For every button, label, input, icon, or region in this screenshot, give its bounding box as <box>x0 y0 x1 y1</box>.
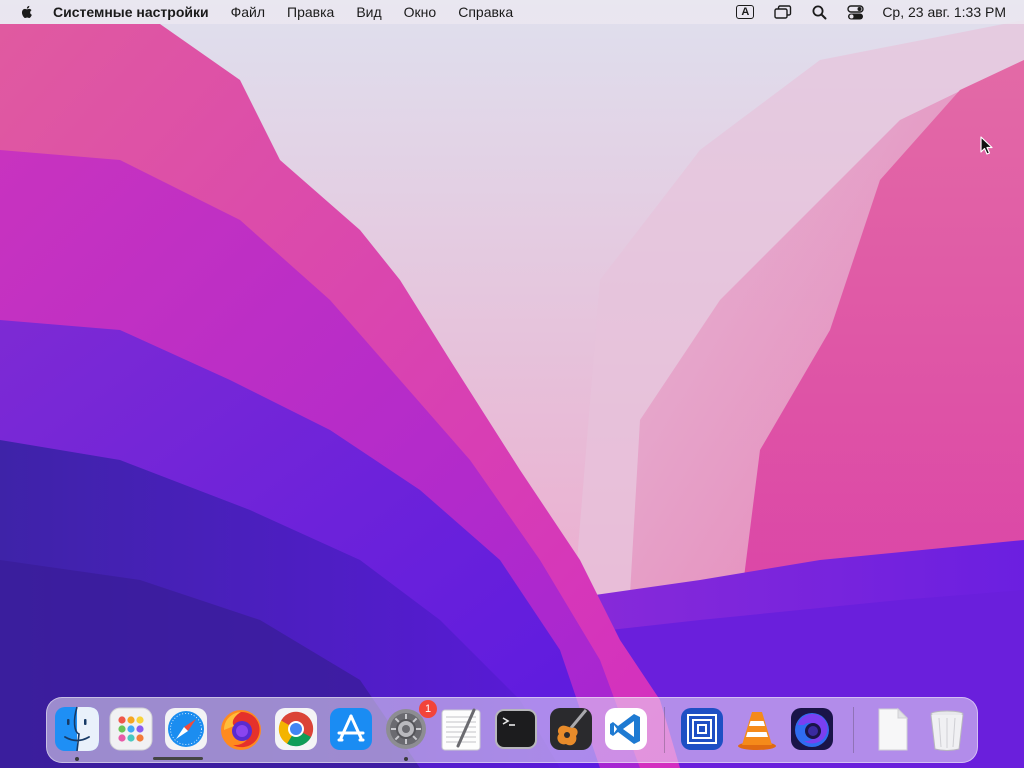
input-source-badge: A <box>736 5 755 19</box>
launchpad-indicator <box>153 757 203 760</box>
dock: 1 <box>46 697 978 763</box>
dock-app-vlc[interactable] <box>734 706 780 752</box>
document-icon <box>878 707 909 751</box>
textedit-icon <box>441 708 481 751</box>
guitar-icon <box>550 708 592 750</box>
dock-app-firefox-nightly[interactable] <box>789 706 835 752</box>
parallels-icon <box>681 708 723 750</box>
dock-app-safari[interactable] <box>163 706 209 752</box>
dock-separator <box>853 707 854 753</box>
launchpad-icon <box>109 707 153 751</box>
dock-app-terminal[interactable] <box>493 706 539 752</box>
dock-app-garageband[interactable] <box>548 706 594 752</box>
mouse-cursor-icon <box>980 136 993 155</box>
dock-app-system-preferences[interactable]: 1 <box>383 700 437 752</box>
menu-edit[interactable]: Правка <box>276 0 345 24</box>
vscode-icon <box>605 708 647 750</box>
firefox-icon <box>221 710 261 750</box>
desktop-wallpaper <box>0 0 1024 768</box>
safari-icon <box>165 708 207 750</box>
finder-icon <box>55 706 99 752</box>
menu-bar: Системные настройки Файл Правка Вид Окно… <box>0 0 1024 24</box>
apple-logo-icon[interactable] <box>19 4 35 20</box>
menu-app-name[interactable]: Системные настройки <box>53 0 220 24</box>
trash-icon <box>930 710 964 751</box>
dock-app-document[interactable] <box>869 706 915 752</box>
control-center-icon[interactable] <box>847 4 865 20</box>
menu-help[interactable]: Справка <box>447 0 524 24</box>
dock-app-textedit[interactable] <box>438 706 484 752</box>
dock-app-vscode[interactable] <box>603 706 649 752</box>
input-source-menu[interactable]: A <box>736 5 755 19</box>
dock-app-launchpad[interactable] <box>108 706 154 752</box>
app-store-icon <box>330 708 372 750</box>
chrome-icon <box>275 708 317 750</box>
spotlight-search-icon[interactable] <box>812 5 827 20</box>
menu-file[interactable]: Файл <box>220 0 276 24</box>
menu-view[interactable]: Вид <box>345 0 392 24</box>
vlc-cone-icon <box>738 712 776 750</box>
dock-app-firefox[interactable] <box>218 706 264 752</box>
terminal-icon <box>495 709 537 749</box>
dock-running-indicator <box>75 757 79 761</box>
firefox-nightly-icon <box>791 708 833 750</box>
menu-clock[interactable]: Ср, 23 авг. 1:33 PM <box>882 4 1006 20</box>
dock-separator <box>664 707 665 753</box>
dock-app-chrome[interactable] <box>273 706 319 752</box>
dock-app-trash[interactable] <box>924 706 970 752</box>
notification-badge: 1 <box>419 700 437 718</box>
screen-mirroring-icon[interactable] <box>774 5 792 19</box>
dock-app-parallels[interactable] <box>679 706 725 752</box>
dock-running-indicator <box>404 757 408 761</box>
dock-app-finder[interactable] <box>54 706 100 752</box>
menu-window[interactable]: Окно <box>393 0 448 24</box>
dock-app-app-store[interactable] <box>328 706 374 752</box>
